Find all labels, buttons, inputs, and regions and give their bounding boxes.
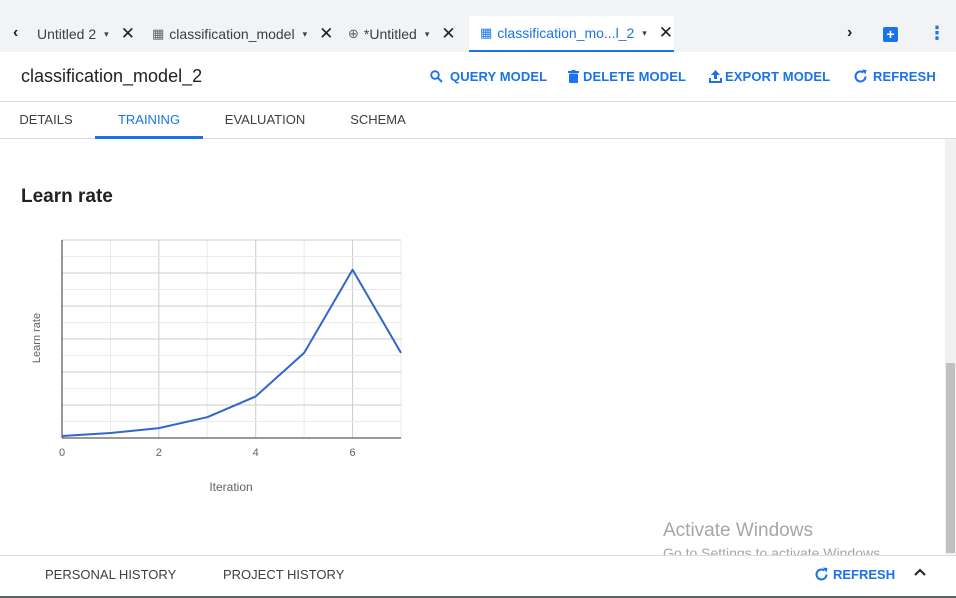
chart-grid <box>61 239 402 439</box>
export-model-label: EXPORT MODEL <box>725 69 831 84</box>
query-icon: ⊕ <box>348 26 359 41</box>
x-axis-label: Iteration <box>209 480 252 494</box>
x-tick-label: 2 <box>156 447 162 459</box>
history-refresh-button[interactable]: REFRESH <box>814 567 895 582</box>
table-icon: ▦ <box>480 25 493 40</box>
tab-label: classification_mo...l_2 <box>497 25 635 41</box>
personal-history-tab[interactable]: PERSONAL HISTORY <box>45 567 176 582</box>
tab-label: *Untitled <box>363 26 417 42</box>
tab-evaluation[interactable]: EVALUATION <box>208 102 322 139</box>
project-history-tab[interactable]: PROJECT HISTORY <box>223 567 344 582</box>
export-model-button[interactable]: EXPORT MODEL <box>709 69 830 84</box>
caret-down-icon[interactable]: ▾ <box>303 29 308 40</box>
section-title: Learn rate <box>21 186 113 207</box>
close-icon[interactable]: ✕ <box>441 24 455 44</box>
model-header: classification_model_2 QUERY MODEL DELET… <box>0 52 956 102</box>
delete-model-button[interactable]: DELETE MODEL <box>568 69 686 84</box>
tab-schema[interactable]: SCHEMA <box>337 102 419 139</box>
tab-untitled-query[interactable]: ⊕ *Untitled ▾ ✕ <box>348 16 456 52</box>
y-axis-label: Learn rate <box>31 313 43 363</box>
more-options-icon[interactable]: ⋮ <box>928 24 946 42</box>
caret-down-icon[interactable]: ▾ <box>425 29 430 40</box>
activate-windows-title: Activate Windows <box>663 520 813 541</box>
query-model-label: QUERY MODEL <box>450 69 548 84</box>
scroll-tabs-right-icon[interactable]: › <box>847 24 852 42</box>
history-refresh-label: REFRESH <box>833 567 896 582</box>
history-bar: PERSONAL HISTORY PROJECT HISTORY REFRESH <box>0 555 956 598</box>
search-icon <box>430 70 443 83</box>
model-subtabs: DETAILS TRAINING EVALUATION SCHEMA <box>0 102 956 139</box>
learn-rate-chart: 0 2 4 6 Iteration Learn rate <box>20 230 410 505</box>
x-tick-label: 0 <box>59 447 65 459</box>
tab-training[interactable]: TRAINING <box>95 102 203 139</box>
chart-series <box>61 268 402 438</box>
delete-model-label: DELETE MODEL <box>583 69 687 84</box>
refresh-icon <box>854 69 867 83</box>
tab-untitled-2[interactable]: Untitled 2 ▾ ✕ <box>37 16 135 52</box>
export-icon <box>709 70 722 83</box>
tab-details[interactable]: DETAILS <box>0 102 92 139</box>
trash-icon <box>568 70 579 83</box>
tab-label: classification_model <box>169 26 295 42</box>
caret-down-icon[interactable]: ▾ <box>642 28 647 39</box>
x-tick-label: 6 <box>350 447 356 459</box>
tab-classification-model-2[interactable]: ▦ classification_mo...l_2 ▾ ✕ <box>469 16 674 52</box>
x-tick-label: 4 <box>253 447 259 459</box>
query-model-button[interactable]: QUERY MODEL <box>430 69 547 84</box>
editor-tab-bar: ‹ Untitled 2 ▾ ✕ ▦ classification_model … <box>0 0 956 52</box>
learn-rate-chart-svg: 0 2 4 6 Iteration Learn rate <box>31 239 402 494</box>
page-title: classification_model_2 <box>21 66 203 86</box>
refresh-icon <box>815 567 828 581</box>
scrollbar-thumb[interactable] <box>946 363 955 553</box>
refresh-label: REFRESH <box>873 69 936 84</box>
chevron-up-icon[interactable] <box>913 565 927 579</box>
refresh-button[interactable]: REFRESH <box>853 69 936 84</box>
tab-label: Untitled 2 <box>37 26 97 42</box>
caret-down-icon[interactable]: ▾ <box>104 29 109 40</box>
close-icon[interactable]: ✕ <box>319 24 333 44</box>
scroll-tabs-left-icon[interactable]: ‹ <box>13 24 18 42</box>
close-icon[interactable]: ✕ <box>121 24 135 44</box>
table-icon: ▦ <box>152 26 165 41</box>
close-icon[interactable]: ✕ <box>659 23 673 43</box>
chart-tick-labels: 0 2 4 6 <box>59 447 356 459</box>
learn-rate-series-line <box>61 268 402 438</box>
add-tab-icon[interactable]: + <box>883 27 898 42</box>
tab-classification-model[interactable]: ▦ classification_model ▾ ✕ <box>152 16 333 52</box>
